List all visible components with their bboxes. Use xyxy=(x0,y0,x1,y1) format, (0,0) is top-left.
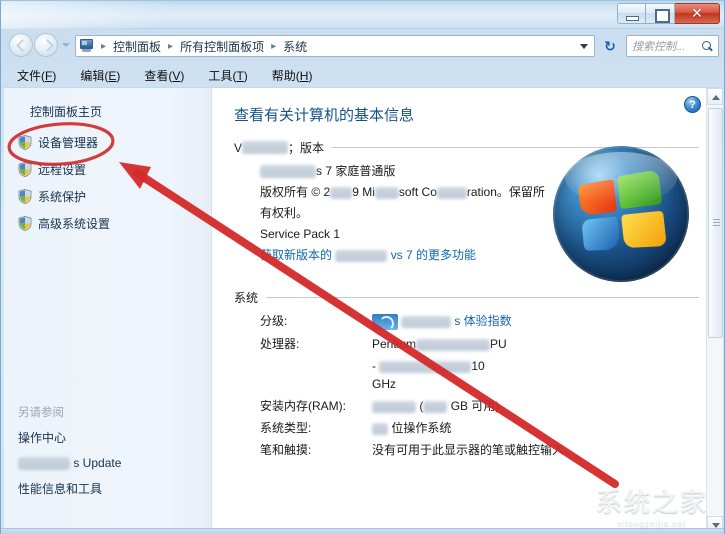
menu-help[interactable]: 帮助(H) xyxy=(272,67,313,84)
breadcrumb-separator: ▸ xyxy=(271,40,277,52)
content-pane: ? 查看有关计算机的基本信息 V ；版本 s 7 家庭普通版 版权所有 © 29 … xyxy=(212,88,723,533)
row-system-type: 系统类型: 位操作系统 xyxy=(234,420,723,436)
menu-file[interactable]: 文件(F) xyxy=(17,67,56,84)
row-value: Pentium PU xyxy=(372,336,507,351)
scrollbar-thumb[interactable] xyxy=(708,108,723,338)
shield-icon xyxy=(18,189,32,204)
minimize-button[interactable] xyxy=(617,3,646,24)
vertical-scrollbar[interactable] xyxy=(706,88,723,533)
menu-bar: 文件(F) 编辑(E) 查看(V) 工具(T) 帮助(H) xyxy=(1,63,724,87)
menu-tools[interactable]: 工具(T) xyxy=(208,67,247,84)
scroll-up-button[interactable] xyxy=(707,88,723,105)
maximize-button[interactable] xyxy=(646,3,675,24)
row-processor-unit: GHz xyxy=(372,376,396,391)
sidebar-item-label: 系统保护 xyxy=(38,190,87,204)
row-label: 处理器: xyxy=(260,336,300,351)
row-ram: 安装内存(RAM): ( GB 可用) xyxy=(234,398,723,414)
address-dropdown-icon[interactable] xyxy=(580,43,588,49)
row-label: 笔和触摸: xyxy=(260,442,312,457)
row-processor: 处理器: Pentium PU xyxy=(234,336,723,352)
search-placeholder: 搜索控制... xyxy=(632,41,686,53)
address-bar: ▸ 控制面板 ▸ 所有控制面板项 ▸ 系统 ↻ 搜索控制... xyxy=(1,30,724,62)
row-label: 分级: xyxy=(260,314,288,328)
row-pen-touch: 笔和触摸: 没有可用于此显示器的笔或触控输入 xyxy=(234,442,723,458)
shield-icon xyxy=(18,216,32,231)
sidebar-item-label: 远程设置 xyxy=(38,163,87,177)
computer-icon xyxy=(79,39,95,53)
breadcrumb-item-all-items[interactable]: 所有控制面板项 xyxy=(177,38,267,55)
system-properties-window: ✕ ▸ 控制面板 ▸ 所有控制面板项 ▸ 系统 ↻ 搜索控制... 文件(F) … xyxy=(0,0,725,534)
row-value: 没有可用于此显示器的笔或触控输入 xyxy=(372,442,565,457)
page-title: 查看有关计算机的基本信息 xyxy=(234,107,415,124)
breadcrumb-separator: ▸ xyxy=(168,40,174,52)
sidebar-item-action-center[interactable]: 操作中心 xyxy=(4,424,211,451)
sidebar-item-system-protection[interactable]: 系统保护 xyxy=(4,183,211,210)
window-body: 控制面板主页 设备管理器 远程设置 系统保护 高级系统设置 另请参阅 操作中心 … xyxy=(4,87,723,533)
help-icon[interactable]: ? xyxy=(684,96,701,113)
see-also-heading: 另请参阅 xyxy=(18,407,64,419)
forward-button[interactable] xyxy=(34,33,58,57)
row-value: 位操作系统 xyxy=(372,420,723,436)
row-value: ( GB 可用) xyxy=(372,398,723,414)
sidebar-item-control-panel-home[interactable]: 控制面板主页 xyxy=(4,100,211,123)
status-strip xyxy=(1,528,724,534)
sidebar-item-label: 设备管理器 xyxy=(38,136,99,150)
system-heading: 系统 xyxy=(234,289,723,306)
see-also-section: 另请参阅 操作中心 s Update 性能信息和工具 xyxy=(4,398,211,502)
menu-view[interactable]: 查看(V) xyxy=(144,67,184,84)
search-icon xyxy=(702,40,713,52)
menu-edit[interactable]: 编辑(E) xyxy=(80,67,120,84)
chevron-up-icon xyxy=(712,95,720,100)
title-bar: ✕ xyxy=(1,1,724,29)
search-input[interactable]: 搜索控制... xyxy=(626,35,719,57)
row-processor-cont: - 10 xyxy=(372,358,485,373)
section-divider xyxy=(266,297,699,298)
recent-pages-chevron-icon[interactable] xyxy=(62,43,70,47)
sidebar-item-label: 高级系统设置 xyxy=(38,217,111,231)
navigation-arrows xyxy=(9,33,70,57)
breadcrumb-item-system[interactable]: 系统 xyxy=(280,38,310,55)
refresh-button[interactable]: ↻ xyxy=(601,37,619,55)
row-label: 系统类型: xyxy=(260,420,312,435)
breadcrumb-separator: ▸ xyxy=(101,40,107,52)
shield-icon xyxy=(18,135,32,150)
sidebar-item-performance-tools[interactable]: 性能信息和工具 xyxy=(4,475,211,502)
section-divider xyxy=(332,147,699,148)
close-icon: ✕ xyxy=(691,5,703,21)
shield-icon xyxy=(18,162,32,177)
sidebar-item-advanced-system-settings[interactable]: 高级系统设置 xyxy=(4,210,211,237)
window-controls: ✕ xyxy=(617,3,720,24)
back-button[interactable] xyxy=(9,33,33,57)
windows-logo-icon xyxy=(553,146,689,282)
close-button[interactable]: ✕ xyxy=(675,3,720,24)
sidebar-item-label: s Update xyxy=(73,456,122,470)
breadcrumb-address-box[interactable]: ▸ 控制面板 ▸ 所有控制面板项 ▸ 系统 xyxy=(75,35,595,57)
row-value: s 体验指数 xyxy=(372,313,723,330)
sidebar-item-remote-settings[interactable]: 远程设置 xyxy=(4,156,211,183)
grip-icon xyxy=(713,219,720,227)
row-rating: 分级: s 体验指数 xyxy=(234,313,723,330)
rating-icon[interactable] xyxy=(372,313,398,330)
sidebar-item-device-manager[interactable]: 设备管理器 xyxy=(4,129,211,156)
sidebar-item-windows-update[interactable]: s Update xyxy=(4,451,211,475)
row-label: 安装内存(RAM): xyxy=(260,398,346,413)
sidebar: 控制面板主页 设备管理器 远程设置 系统保护 高级系统设置 另请参阅 操作中心 … xyxy=(4,88,212,533)
breadcrumb-item-control-panel[interactable]: 控制面板 xyxy=(110,38,164,55)
